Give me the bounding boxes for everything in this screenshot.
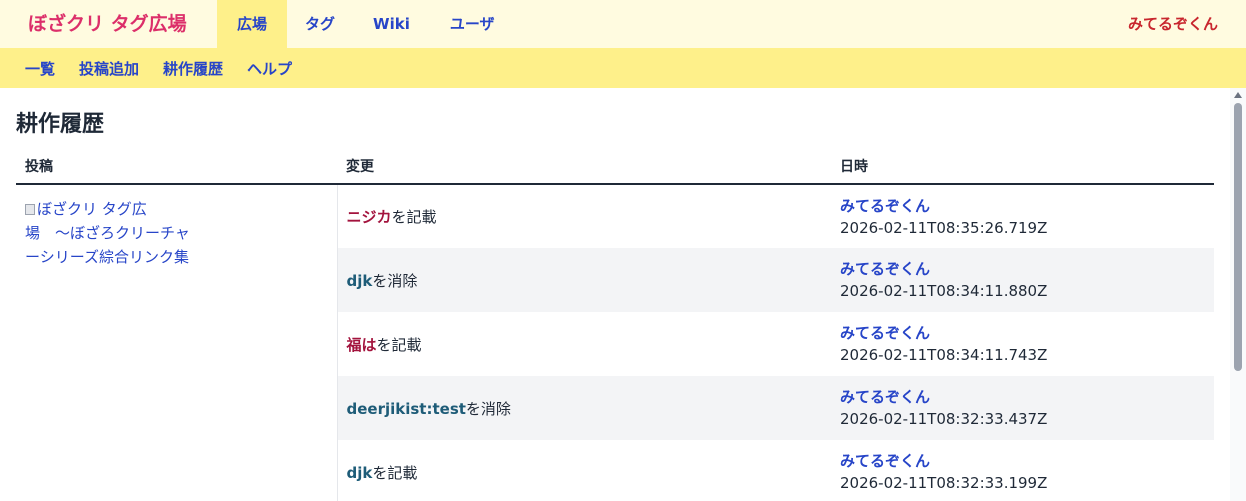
subnav-add-post-link[interactable]: 投稿追加: [79, 58, 139, 79]
nav-tab-wiki[interactable]: Wiki: [353, 0, 430, 48]
user-link[interactable]: みてるぞくん: [840, 195, 1214, 217]
current-user-link[interactable]: みてるぞくん: [1128, 0, 1218, 48]
tag-link[interactable]: ニジカ: [347, 208, 392, 226]
user-link[interactable]: みてるぞくん: [840, 386, 1214, 408]
subnav-list-link[interactable]: 一覧: [25, 58, 55, 79]
nav-tab-plaza[interactable]: 広場: [217, 0, 288, 48]
change-action: を記載: [376, 335, 422, 354]
scrollbar-thumb[interactable]: [1234, 103, 1242, 371]
user-link[interactable]: みてるぞくん: [840, 258, 1214, 280]
main-nav: 広場 タグ Wiki ユーザ: [217, 0, 515, 48]
timestamp: 2026-02-11T08:32:33.199Z: [840, 474, 1048, 492]
subnav-help-link[interactable]: ヘルプ: [247, 58, 292, 79]
post-link-text: ぼざクリ タグ広場 〜ぼざろクリーチャーシリーズ綜合リンク集: [25, 200, 190, 266]
sub-navbar: 一覧 投稿追加 耕作履歴 ヘルプ: [0, 48, 1246, 88]
top-navbar: ぼざクリ タグ広場 広場 タグ Wiki ユーザ みてるぞくん: [0, 0, 1246, 48]
change-action: を記載: [372, 463, 418, 482]
change-action: を記載: [391, 208, 437, 226]
user-link[interactable]: みてるぞくん: [840, 322, 1214, 344]
change-cell: deerjikist:testを消除: [337, 376, 831, 440]
nav-tab-users[interactable]: ユーザ: [430, 0, 515, 48]
post-cell: ぼざクリ タグ広場 〜ぼざろクリーチャーシリーズ綜合リンク集: [16, 184, 338, 501]
broken-image-icon: [25, 204, 35, 215]
timestamp: 2026-02-11T08:32:33.437Z: [840, 410, 1048, 428]
datetime-cell: みてるぞくん 2026-02-11T08:34:11.880Z: [831, 248, 1214, 312]
change-action: を消除: [372, 271, 418, 290]
scroll-up-arrow-icon[interactable]: [1234, 92, 1242, 98]
user-link[interactable]: みてるぞくん: [840, 450, 1214, 472]
page-title: 耕作履歴: [16, 112, 105, 137]
table-header-row: 投稿 変更 日時: [16, 148, 1214, 185]
change-cell: djkを消除: [337, 248, 831, 312]
nav-tab-tags[interactable]: タグ: [287, 0, 353, 48]
timestamp: 2026-02-11T08:34:11.880Z: [840, 282, 1048, 300]
column-header-datetime: 日時: [831, 148, 1214, 185]
change-cell: djkを記載: [337, 440, 831, 501]
site-logo-link[interactable]: ぼざクリ タグ広場: [0, 0, 217, 48]
main-content: 耕作履歴 投稿 変更 日時 ぼざクリ タグ広場 〜ぼざろクリーチャーシリーズ綜合…: [0, 88, 1230, 501]
subnav-history-link[interactable]: 耕作履歴: [163, 58, 223, 79]
history-table: 投稿 変更 日時 ぼざクリ タグ広場 〜ぼざろクリーチャーシリーズ綜合リンク集 …: [16, 148, 1214, 501]
datetime-cell: みてるぞくん 2026-02-11T08:32:33.199Z: [831, 440, 1214, 501]
change-action: を消除: [465, 399, 511, 418]
tag-link[interactable]: 福は: [347, 336, 377, 354]
vertical-scrollbar[interactable]: [1230, 88, 1246, 501]
post-thumbnail-link[interactable]: ぼざクリ タグ広場 〜ぼざろクリーチャーシリーズ綜合リンク集: [25, 197, 190, 269]
change-cell: 福はを記載: [337, 312, 831, 376]
tag-link[interactable]: deerjikist:test: [347, 400, 466, 418]
column-header-post: 投稿: [16, 148, 337, 185]
table-row: ぼざクリ タグ広場 〜ぼざろクリーチャーシリーズ綜合リンク集 ニジカを記載 みて…: [16, 184, 1214, 501]
column-header-change: 変更: [337, 148, 831, 185]
timestamp: 2026-02-11T08:35:26.719Z: [840, 218, 1048, 237]
timestamp: 2026-02-11T08:34:11.743Z: [840, 346, 1048, 364]
change-cell: ニジカを記載: [337, 184, 831, 248]
tag-link[interactable]: djk: [347, 464, 373, 482]
datetime-cell: みてるぞくん 2026-02-11T08:34:11.743Z: [831, 312, 1214, 376]
datetime-cell: みてるぞくん 2026-02-11T08:32:33.437Z: [831, 376, 1214, 440]
tag-link[interactable]: djk: [347, 272, 373, 290]
datetime-cell: みてるぞくん 2026-02-11T08:35:26.719Z: [831, 184, 1214, 248]
